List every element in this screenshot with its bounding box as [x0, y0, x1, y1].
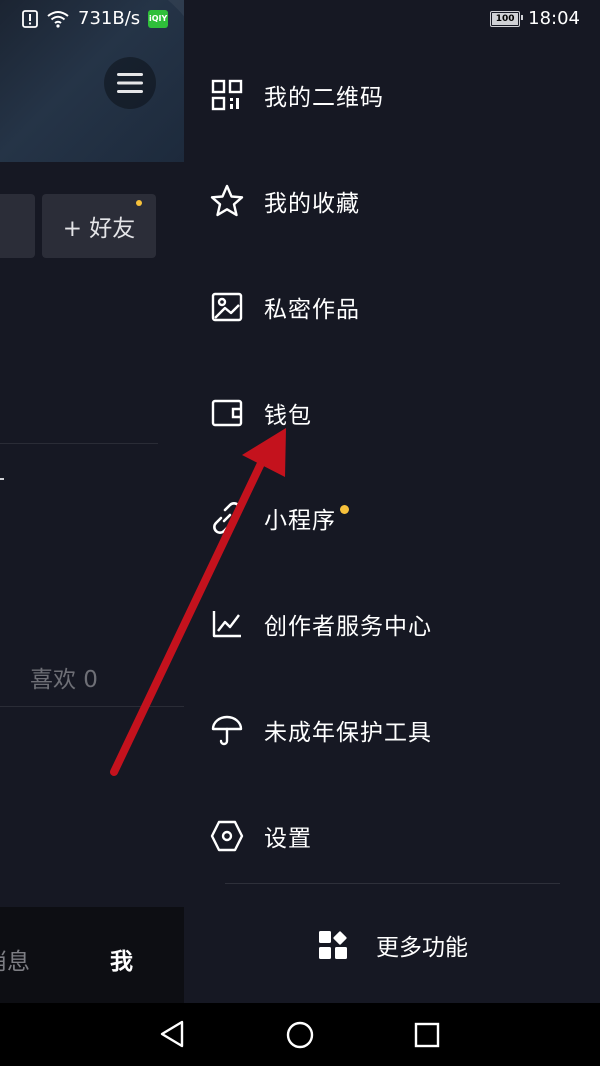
- chart-line-icon: [212, 611, 241, 638]
- menu-item-minor-protection[interactable]: 未成年保护工具: [210, 700, 590, 760]
- menu-item-label: 钱包: [264, 403, 312, 429]
- add-friend-label: + 好友: [62, 216, 136, 242]
- network-speed: 731B/s: [78, 8, 141, 29]
- alert-icon: [22, 9, 38, 28]
- new-badge-dot: [340, 504, 349, 514]
- link-icon: [213, 502, 241, 534]
- clock: 18:04: [528, 8, 580, 29]
- text-fragment: [0, 478, 4, 480]
- menu-item-label: 设置: [264, 826, 312, 852]
- menu-item-creator-center[interactable]: 创作者服务中心: [210, 594, 590, 654]
- menu-item-label: 我的二维码: [264, 85, 384, 111]
- menu-item-label: 私密作品: [264, 297, 360, 323]
- add-friend-button[interactable]: + 好友: [42, 194, 156, 258]
- wifi-icon: [47, 10, 69, 28]
- hexagon-settings-icon: [210, 820, 244, 852]
- menu-item-wallet[interactable]: 钱包: [210, 383, 590, 443]
- profile-background: + 好友 喜欢 0 消息 我: [0, 0, 184, 1003]
- more-functions-label: 更多功能: [376, 935, 468, 961]
- umbrella-icon: [211, 715, 243, 746]
- app-notification-icon: iQIY: [148, 9, 169, 28]
- qr-code-icon: [211, 79, 243, 111]
- menu-item-label: 未成年保护工具: [264, 720, 432, 746]
- status-bar: 731B/s iQIY 100 18:04: [0, 0, 600, 40]
- drawer-divider: [225, 883, 560, 884]
- menu-item-qr-code[interactable]: 我的二维码: [210, 65, 590, 125]
- wallet-icon: [211, 399, 243, 427]
- menu-item-label: 创作者服务中心: [264, 614, 432, 640]
- menu-item-favorites[interactable]: 我的收藏: [210, 171, 590, 231]
- battery-level: 100: [495, 13, 515, 24]
- menu-item-private-works[interactable]: 私密作品: [210, 277, 590, 337]
- hamburger-menu-button[interactable]: [104, 57, 156, 109]
- home-icon[interactable]: [286, 1021, 314, 1049]
- star-icon: [210, 184, 244, 217]
- recent-apps-icon[interactable]: [414, 1022, 440, 1048]
- tab-messages[interactable]: 消息: [0, 942, 30, 976]
- apps-grid-icon: [319, 931, 347, 959]
- menu-item-mini-programs[interactable]: 小程序: [210, 488, 590, 548]
- menu-item-label: 小程序: [264, 508, 336, 534]
- notification-dot: [136, 200, 142, 206]
- tab-me[interactable]: 我: [110, 942, 133, 976]
- menu-item-label: 我的收藏: [264, 191, 360, 217]
- image-icon: [211, 292, 243, 322]
- more-functions-button[interactable]: 更多功能: [318, 925, 468, 965]
- hamburger-icon: [117, 73, 143, 93]
- divider: [0, 443, 158, 444]
- menu-item-settings[interactable]: 设置: [210, 806, 590, 866]
- battery-icon: 100: [490, 10, 524, 27]
- back-icon[interactable]: [158, 1020, 186, 1048]
- tab-likes[interactable]: 喜欢 0: [30, 660, 98, 694]
- divider: [0, 706, 184, 707]
- edit-profile-button[interactable]: [0, 194, 35, 258]
